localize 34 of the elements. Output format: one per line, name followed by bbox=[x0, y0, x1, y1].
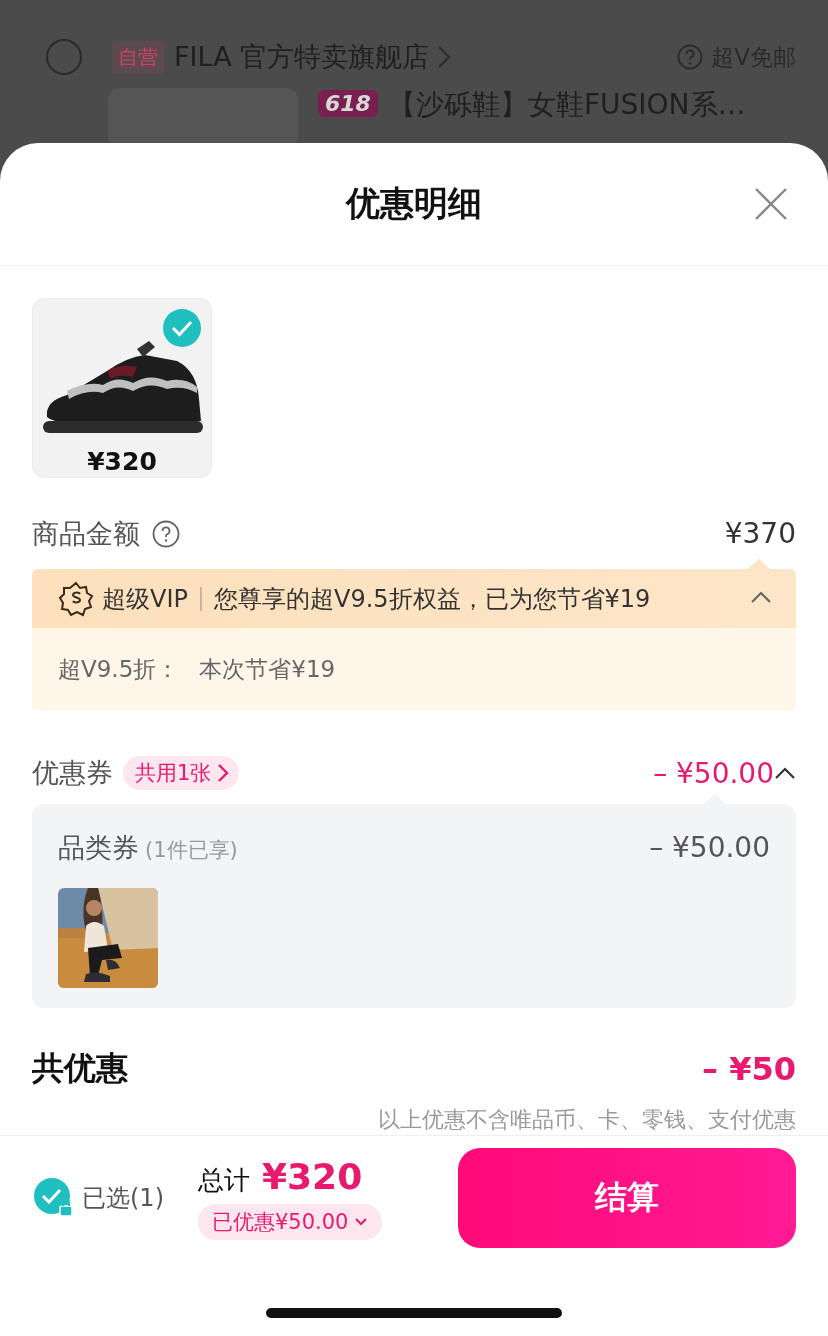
checkout-button[interactable]: 结算 bbox=[458, 1148, 796, 1248]
total-price: ¥320 bbox=[262, 1156, 363, 1197]
coupon-count-tag[interactable]: 共用1张 bbox=[123, 756, 240, 790]
discount-label: 超V9.5折： bbox=[58, 654, 180, 684]
coupon-label: 优惠券 bbox=[32, 756, 113, 790]
savings-dropdown[interactable]: 已优惠¥50.00 bbox=[198, 1204, 383, 1240]
help-icon[interactable] bbox=[152, 519, 180, 548]
goods-amount-label: 商品金额 bbox=[32, 516, 140, 551]
total-discount-value: – ¥50 bbox=[702, 1050, 796, 1088]
discount-note: 以上优惠不含唯品币、卡、零钱、支付优惠 bbox=[378, 1107, 796, 1132]
promo-badge: 618 bbox=[318, 90, 378, 117]
sheet-title: 优惠明细 bbox=[346, 182, 482, 225]
coupon-note: (1件已享) bbox=[145, 837, 238, 864]
vip-message: 您尊享的超V9.5折权益，已为您节省¥19 bbox=[213, 583, 651, 615]
discount-value: 本次节省¥19 bbox=[199, 654, 336, 684]
vip-badge-icon bbox=[58, 580, 94, 617]
coupon-total: – ¥50.00 bbox=[653, 756, 774, 790]
coupon-amount: – ¥50.00 bbox=[649, 831, 770, 864]
locked-check-icon[interactable] bbox=[34, 1178, 74, 1218]
selected-count: 已选(1) bbox=[82, 1183, 164, 1214]
radio-button[interactable] bbox=[46, 39, 82, 75]
chevron-up-icon[interactable] bbox=[774, 766, 796, 780]
goods-amount-value: ¥370 bbox=[724, 517, 796, 550]
chevron-right-icon bbox=[437, 45, 452, 69]
self-operated-tag: 自营 bbox=[112, 40, 164, 74]
total-label: 总计 bbox=[198, 1164, 250, 1197]
chevron-right-icon bbox=[217, 763, 230, 783]
coupon-name: 品类券 bbox=[58, 831, 139, 865]
item-price: ¥320 bbox=[87, 447, 157, 476]
chevron-down-icon bbox=[354, 1217, 369, 1227]
total-discount-label: 共优惠 bbox=[32, 1048, 128, 1089]
vip-label: 超级VIP bbox=[102, 583, 188, 615]
check-icon[interactable] bbox=[163, 309, 201, 347]
close-icon[interactable] bbox=[754, 187, 788, 221]
